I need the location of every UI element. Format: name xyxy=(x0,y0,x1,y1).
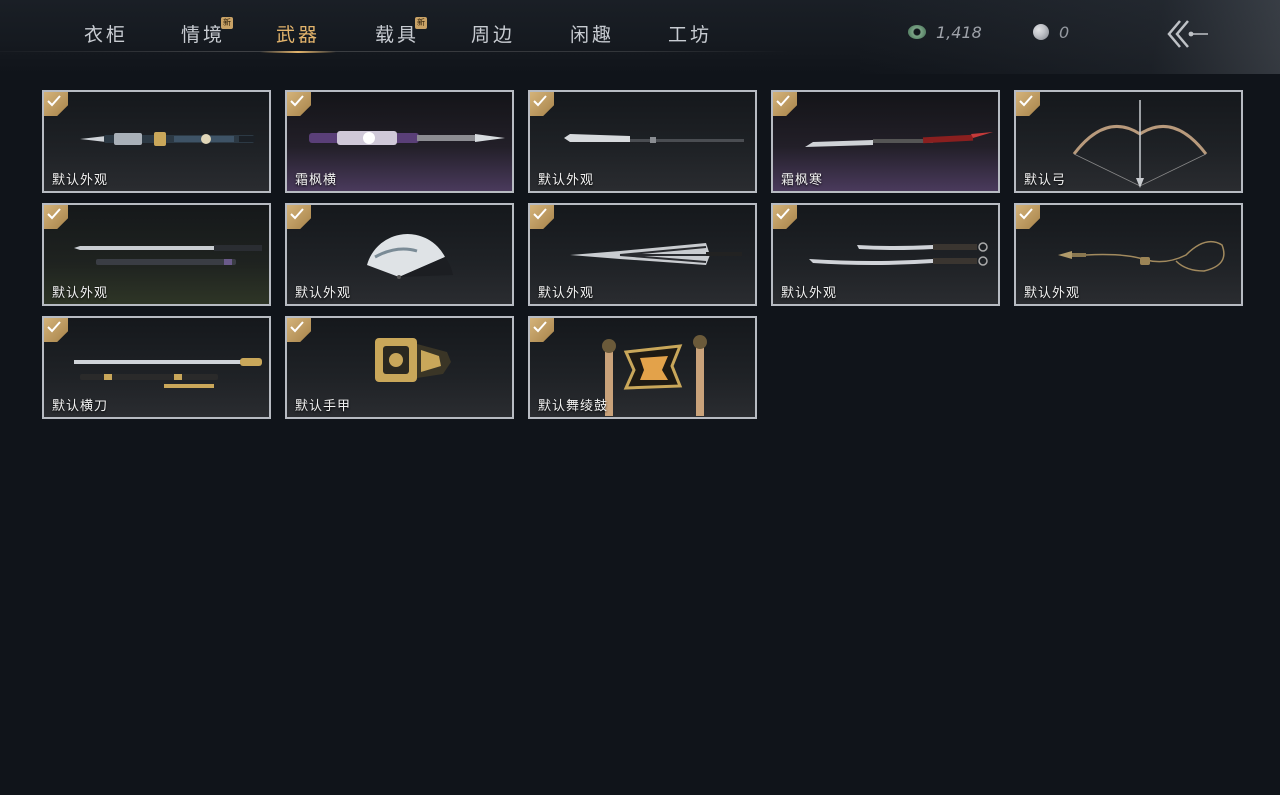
item-label: 默认横刀 xyxy=(52,399,109,414)
item-label: 默认外观 xyxy=(538,173,595,188)
tab-workshop[interactable]: 工坊 xyxy=(668,20,712,52)
weapon-card[interactable]: 默认外观 xyxy=(1014,203,1243,306)
pearl-currency: 0 xyxy=(1033,22,1069,42)
top-navigation-bar: 衣柜 情境 新 武器 载具 新 周边 闲趣 工坊 1,418 0 xyxy=(0,0,1280,74)
tab-label: 载具 xyxy=(375,24,420,46)
item-label: 霜枫寒 xyxy=(781,173,824,188)
tab-wardrobe[interactable]: 衣柜 xyxy=(84,20,128,52)
new-badge: 新 xyxy=(221,17,233,29)
item-label: 默认外观 xyxy=(781,286,838,301)
weapon-card[interactable]: 默认外观 xyxy=(771,203,1000,306)
jade-amount: 1,418 xyxy=(936,22,982,42)
tab-label: 工坊 xyxy=(668,24,713,46)
tab-label: 武器 xyxy=(276,24,321,46)
weapon-grid: 默认外观 霜枫横 默认外观 霜枫寒 默认弓 默认外观 默认外观 默认外观 默认外… xyxy=(42,90,1243,419)
weapon-card[interactable]: 默认横刀 xyxy=(42,316,271,419)
item-label: 默认外观 xyxy=(538,286,595,301)
weapon-card[interactable]: 默认外观 xyxy=(528,90,757,193)
item-label: 默认外观 xyxy=(1024,286,1081,301)
check-icon xyxy=(776,208,790,220)
back-arrow-icon xyxy=(1167,20,1208,48)
pearl-amount: 0 xyxy=(1059,22,1070,42)
check-icon xyxy=(776,95,790,107)
check-icon xyxy=(1019,208,1033,220)
check-icon xyxy=(533,321,547,333)
weapon-card[interactable]: 默认外观 xyxy=(42,90,271,193)
weapon-card[interactable]: 默认舞绫鼓 xyxy=(528,316,757,419)
new-badge: 新 xyxy=(415,17,427,29)
item-label: 默认外观 xyxy=(52,173,109,188)
weapon-card[interactable]: 霜枫横 xyxy=(285,90,514,193)
tab-label: 情境 xyxy=(181,24,226,46)
check-icon xyxy=(290,208,304,220)
weapon-card[interactable]: 默认弓 xyxy=(1014,90,1243,193)
check-icon xyxy=(47,95,61,107)
check-icon xyxy=(47,321,61,333)
jade-coin-icon xyxy=(908,25,926,39)
pearl-icon xyxy=(1033,24,1049,40)
item-label: 霜枫横 xyxy=(295,173,338,188)
back-button[interactable] xyxy=(1166,18,1210,50)
tab-leisure[interactable]: 闲趣 xyxy=(570,20,614,52)
item-label: 默认手甲 xyxy=(295,399,352,414)
tab-vehicles[interactable]: 载具 新 xyxy=(375,17,427,52)
check-icon xyxy=(290,95,304,107)
check-icon xyxy=(1019,95,1033,107)
weapon-card[interactable]: 默认外观 xyxy=(42,203,271,306)
tab-scenario[interactable]: 情境 新 xyxy=(181,17,233,52)
item-label: 默认外观 xyxy=(52,286,109,301)
check-icon xyxy=(533,95,547,107)
tab-label: 衣柜 xyxy=(84,24,129,46)
item-label: 默认弓 xyxy=(1024,173,1067,188)
tab-label: 周边 xyxy=(471,24,516,46)
check-icon xyxy=(290,321,304,333)
tab-weapons[interactable]: 武器 xyxy=(259,20,337,53)
weapon-card[interactable]: 默认外观 xyxy=(528,203,757,306)
weapon-card[interactable]: 霜枫寒 xyxy=(771,90,1000,193)
item-label: 默认外观 xyxy=(295,286,352,301)
item-label: 默认舞绫鼓 xyxy=(538,399,609,414)
weapon-card[interactable]: 默认手甲 xyxy=(285,316,514,419)
check-icon xyxy=(47,208,61,220)
jade-currency: 1,418 xyxy=(908,22,982,42)
weapon-card[interactable]: 默认外观 xyxy=(285,203,514,306)
tab-merchandise[interactable]: 周边 xyxy=(471,20,515,52)
tab-label: 闲趣 xyxy=(570,24,615,46)
check-icon xyxy=(533,208,547,220)
